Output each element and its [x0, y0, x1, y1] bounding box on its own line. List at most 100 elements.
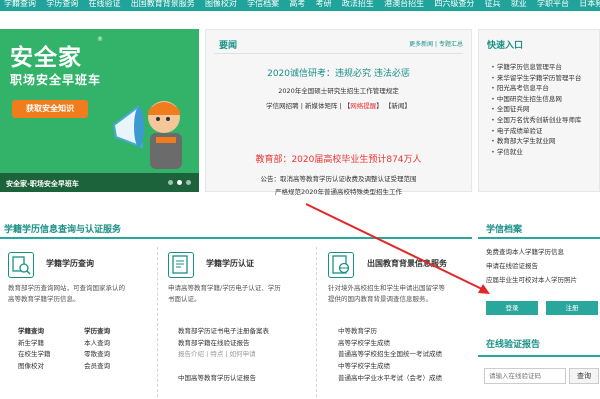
card-description: 申请高等教育学籍/学历电子认证、学历 书面认证。	[168, 283, 281, 305]
column-separator	[316, 247, 317, 397]
news-link[interactable]: 网络提醒	[350, 102, 376, 110]
card-desc-line: 申请高等教育学籍/学历电子认证、学历	[168, 284, 281, 292]
nav-item[interactable]: 图像校对	[201, 0, 241, 8]
card-description: 针对境外高校招生和学生申请出国留学等 提供的国内教育背景调查信息服务。	[328, 283, 445, 305]
news-link[interactable]: 新媒体矩阵	[305, 102, 338, 110]
link-online-verify-report[interactable]: 教育部学籍在线验证报告	[178, 338, 269, 350]
nav-item[interactable]: 高考	[285, 0, 309, 8]
section-title: 学籍学历信息查询与认证服务	[4, 225, 122, 235]
link-cert-register-form[interactable]: 教育部学历证书电子注册备案表	[178, 326, 269, 338]
quick-entry-title: 快速入口	[487, 41, 524, 51]
promo-banner[interactable]: 安全家 ® 职场安全早班车 获取安全知识 安全家-职场安全早班车	[0, 29, 199, 192]
nav-item[interactable]: 出国教育背景服务	[127, 0, 199, 8]
divider	[214, 53, 463, 54]
quick-entry-list: 学籍学历信息管理平台 来华留学生学籍学历管理平台 阳光高考信息平台 中国研究生招…	[491, 62, 582, 158]
link-new-student[interactable]: 新生学籍	[18, 338, 52, 350]
document-search-icon	[8, 252, 34, 278]
archive-title: 学信档案	[486, 225, 523, 235]
carousel-dots	[164, 179, 191, 187]
quick-entry-link[interactable]: 教育部大学生就业网	[491, 136, 581, 147]
link-xueji-query[interactable]: 学籍查询	[18, 326, 52, 338]
banner-slogan: 职场安全早班车	[10, 73, 102, 87]
card-desc-line: 书面认证。	[168, 295, 201, 303]
news-headline-red[interactable]: 教育部：2020届高校毕业生预计874万人	[206, 152, 471, 165]
archive-item[interactable]: 应届毕业生可校对本人学历照片	[486, 273, 577, 287]
nav-item[interactable]: 征兵	[481, 0, 505, 8]
news-item[interactable]: 2020年全国硕士研究生招生工作管理规定	[206, 85, 471, 95]
archive-item[interactable]: 申请在线验证报告	[486, 259, 577, 273]
link-in-school[interactable]: 在校生学籍	[18, 349, 52, 361]
link-xueli-query[interactable]: 学历查询	[84, 326, 118, 338]
carousel-dot[interactable]	[186, 180, 191, 185]
news-link[interactable]: 新闻	[391, 102, 404, 110]
topics-link[interactable]: 专题汇总	[439, 41, 463, 48]
nav-item[interactable]: 在线验证	[84, 0, 124, 8]
quick-entry-link[interactable]: 电子成绩单验证	[491, 126, 581, 137]
link-secondary-edu[interactable]: 中等教育学历	[338, 326, 442, 338]
more-news-link[interactable]: 更多新闻	[409, 41, 433, 48]
card-description: 教育部学历查询网站，可查询国家承认的 高等教育学籍学历信息。	[8, 283, 125, 305]
news-headline[interactable]: 2020诚信研考：违规必究 违法必惩	[206, 66, 471, 79]
link-self-query[interactable]: 本人查询	[84, 338, 118, 350]
link-degree-cert-report[interactable]: 中国高等教育学历认证报告	[178, 373, 269, 385]
quick-entry-link[interactable]: 全国征兵网	[491, 104, 581, 115]
news-item[interactable]: 公告：取消高等教育学历认证收费及调整认证受理范围	[206, 173, 471, 183]
banner-caption: 安全家-职场安全早班车	[6, 180, 79, 188]
quick-entry-link[interactable]: 学籍学历信息管理平台	[491, 62, 581, 73]
top-nav: 学籍查询 学历查询 在线验证 出国教育背景服务 图像校对 学信档案 高考 考研 …	[0, 0, 600, 11]
archive-list: 免费查询本人学籍学历信息 申请在线验证报告 应届毕业生可校对本人学历照片	[486, 245, 577, 287]
link-single-query[interactable]: 零散查询	[84, 349, 118, 361]
card-desc-line: 提供的国内教育背景调查信息服务。	[328, 295, 432, 303]
banner-cta-button[interactable]: 获取安全知识	[12, 100, 88, 118]
link-image-check[interactable]: 图像校对	[18, 361, 52, 373]
registered-mark: ®	[97, 36, 103, 43]
globe-document-icon	[328, 252, 354, 278]
carousel-dot[interactable]	[168, 180, 173, 185]
column-separator	[157, 247, 158, 397]
link-secondary-grades[interactable]: 中等学校学生成绩	[338, 361, 442, 373]
quick-entry-link[interactable]: 来华留学生学籍学历管理平台	[491, 73, 582, 84]
register-button[interactable]: 注册	[546, 301, 598, 315]
abroad-links: 中等教育学历 高等学校学生成绩 普通高等学校招生全国统一考试成绩 中等学校学生成…	[338, 326, 442, 385]
verify-divider	[478, 355, 600, 357]
section-divider	[0, 237, 472, 239]
nav-item[interactable]: 学历查询	[42, 0, 82, 8]
verify-query-button[interactable]: 查询	[569, 368, 599, 384]
card-title-abroad[interactable]: 出国教育背景信息服务	[367, 258, 447, 269]
quick-entry-link[interactable]: 中国研究生招生信息网	[491, 94, 581, 105]
news-panel: 要闻 更多新闻 | 专题汇总 2020诚信研考：违规必究 违法必惩 2020年全…	[205, 29, 472, 196]
login-button[interactable]: 登录	[486, 301, 538, 315]
verify-title: 在线验证报告	[486, 340, 541, 350]
nav-item[interactable]: 日本频道	[575, 0, 600, 8]
quick-entry-link[interactable]: 学信就业	[491, 147, 581, 158]
nav-item[interactable]: 就业	[507, 0, 531, 8]
document-certificate-icon	[168, 252, 194, 278]
card-desc-line: 教育部学历查询网站，可查询国家承认的	[8, 284, 125, 292]
nav-item[interactable]: 四六级查分	[430, 0, 478, 8]
quick-entry-link[interactable]: 阳光高考信息平台	[491, 83, 581, 94]
carousel-dot-active[interactable]	[177, 180, 182, 185]
news-item[interactable]: 严格规范2020年普通高校特殊类型招生工作	[206, 186, 471, 196]
nav-item[interactable]: 学信档案	[243, 0, 283, 8]
nav-item[interactable]: 学籍查询	[0, 0, 40, 8]
card-title-query[interactable]: 学籍学历查询	[46, 258, 94, 269]
news-link[interactable]: 学信网招聘	[266, 102, 299, 110]
mascot-megaphone-icon	[112, 101, 182, 169]
nav-item[interactable]: 考研	[312, 0, 336, 8]
nav-item[interactable]: 政法招生	[338, 0, 378, 8]
banner-caption-bar: 安全家-职场安全早班车	[0, 173, 199, 192]
archive-item[interactable]: 免费查询本人学籍学历信息	[486, 245, 577, 259]
link-member-query[interactable]: 会员查询	[84, 361, 118, 373]
nav-item[interactable]: 学职平台	[533, 0, 573, 8]
card-desc-line: 高等教育学籍学历信息。	[8, 295, 80, 303]
quick-entry-link[interactable]: 全国万名优秀创新创业导师库	[491, 115, 582, 126]
link-college-grades[interactable]: 高等学校学生成绩	[338, 338, 442, 350]
nav-item[interactable]: 港澳台招生	[380, 0, 428, 8]
report-sub-links[interactable]: 报告介绍 | 特点 | 如何申请	[178, 349, 269, 361]
archive-divider	[478, 237, 600, 239]
link-huikao-scores[interactable]: 普通高中学业水平考试（会考）成绩	[338, 373, 442, 385]
certification-links: 教育部学历证书电子注册备案表 教育部学籍在线验证报告 报告介绍 | 特点 | 如…	[178, 326, 269, 385]
card-title-certification[interactable]: 学籍学历认证	[206, 258, 254, 269]
verify-code-input[interactable]	[484, 368, 566, 384]
link-gaokao-scores[interactable]: 普通高等学校招生全国统一考试成绩	[338, 349, 442, 361]
